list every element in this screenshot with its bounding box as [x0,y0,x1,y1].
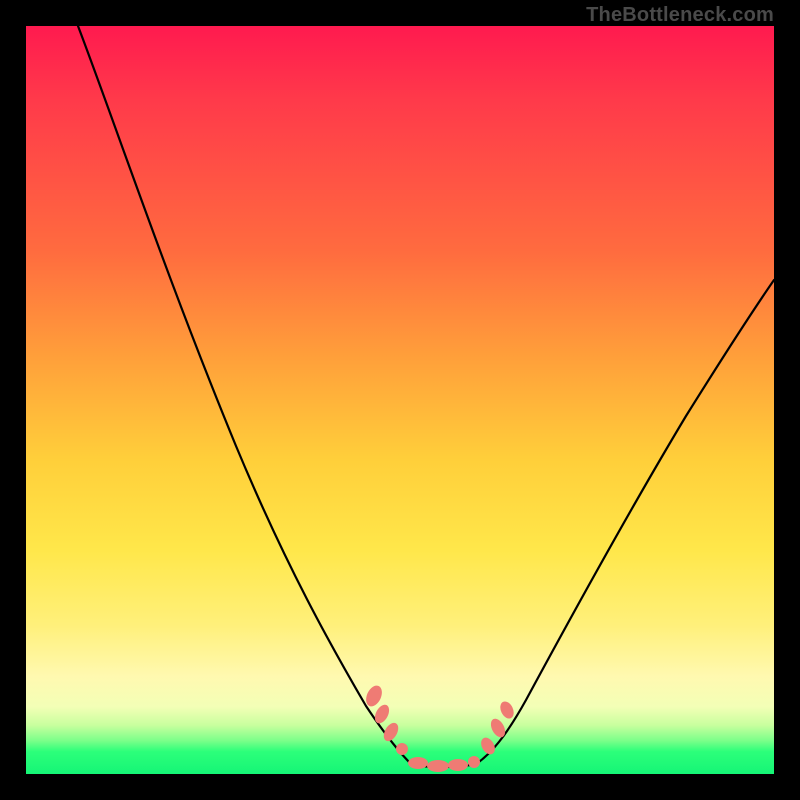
marker-spot [498,699,517,720]
marker-spot [488,716,508,739]
attribution-text: TheBottleneck.com [586,4,774,27]
outer-frame: TheBottleneck.com [0,0,800,800]
marker-spot [448,759,468,771]
curve-left-branch [78,26,411,764]
marker-spot [396,743,408,755]
marker-spot [468,756,480,768]
marker-spot [427,760,449,772]
marker-spot [372,702,392,725]
marker-spot [408,757,428,769]
chart-overlay [26,26,774,774]
curve-right-branch [476,280,774,764]
